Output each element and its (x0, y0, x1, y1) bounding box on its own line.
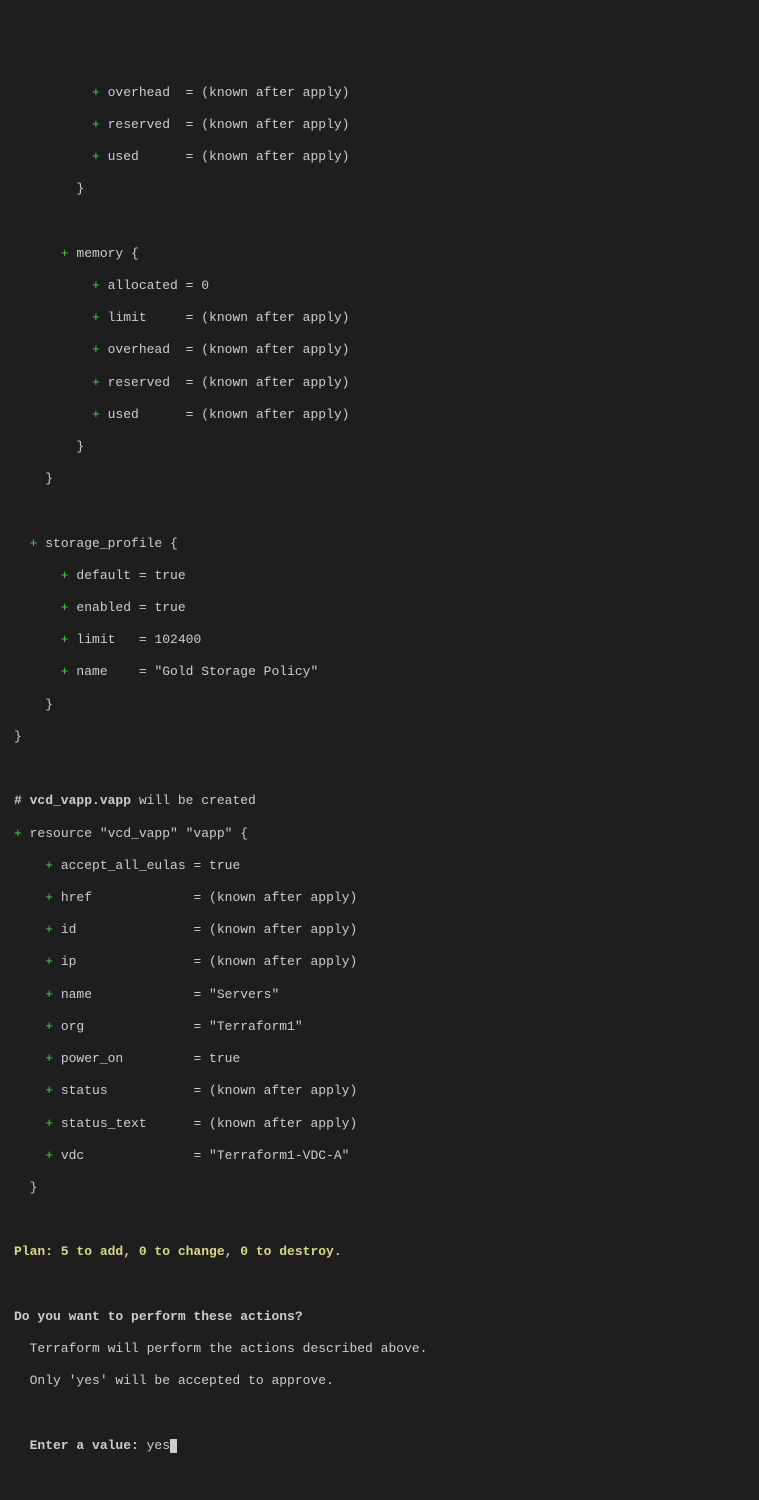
attr-line: + id = (known after apply) (0, 922, 759, 938)
prompt-desc: Terraform will perform the actions descr… (0, 1341, 759, 1357)
resource-comment: # vcd_vapp.vapp will be created (0, 793, 759, 809)
blank-line (0, 761, 759, 777)
attr-line: + reserved = (known after apply) (0, 375, 759, 391)
resource-open: + resource "vcd_vapp" "vapp" { (0, 826, 759, 842)
plan-summary: Plan: 5 to add, 0 to change, 0 to destro… (0, 1244, 759, 1260)
blank-line (0, 1212, 759, 1228)
attr-line: + href = (known after apply) (0, 890, 759, 906)
attr-line: + ip = (known after apply) (0, 954, 759, 970)
close-brace: } (0, 729, 759, 745)
attr-line: + org = "Terraform1" (0, 1019, 759, 1035)
attr-line: + limit = 102400 (0, 632, 759, 648)
prompt-desc: Only 'yes' will be accepted to approve. (0, 1373, 759, 1389)
cursor-icon (170, 1439, 177, 1453)
block-open: + storage_profile { (0, 536, 759, 552)
block-open: + memory { (0, 246, 759, 262)
close-brace: } (0, 1180, 759, 1196)
prompt-question: Do you want to perform these actions? (0, 1309, 759, 1325)
close-brace: } (0, 439, 759, 455)
attr-line: + allocated = 0 (0, 278, 759, 294)
blank-line (0, 1406, 759, 1422)
attr-line: + enabled = true (0, 600, 759, 616)
attr-line: + status_text = (known after apply) (0, 1116, 759, 1132)
attr-line: + reserved = (known after apply) (0, 117, 759, 133)
close-brace: } (0, 471, 759, 487)
blank-line (0, 213, 759, 229)
attr-line: + used = (known after apply) (0, 149, 759, 165)
user-input[interactable]: yes (147, 1438, 170, 1453)
close-brace: } (0, 697, 759, 713)
attr-line: + name = "Servers" (0, 987, 759, 1003)
terminal-output: + overhead = (known after apply) + reser… (0, 68, 759, 1470)
attr-line: + power_on = true (0, 1051, 759, 1067)
attr-line: + default = true (0, 568, 759, 584)
attr-line: + name = "Gold Storage Policy" (0, 664, 759, 680)
input-prompt[interactable]: Enter a value: yes (0, 1438, 759, 1454)
attr-line: + accept_all_eulas = true (0, 858, 759, 874)
attr-line: + used = (known after apply) (0, 407, 759, 423)
attr-line: + overhead = (known after apply) (0, 85, 759, 101)
attr-line: + vdc = "Terraform1-VDC-A" (0, 1148, 759, 1164)
blank-line (0, 503, 759, 519)
attr-line: + limit = (known after apply) (0, 310, 759, 326)
attr-line: + status = (known after apply) (0, 1083, 759, 1099)
blank-line (0, 1277, 759, 1293)
attr-line: + overhead = (known after apply) (0, 342, 759, 358)
close-brace: } (0, 181, 759, 197)
